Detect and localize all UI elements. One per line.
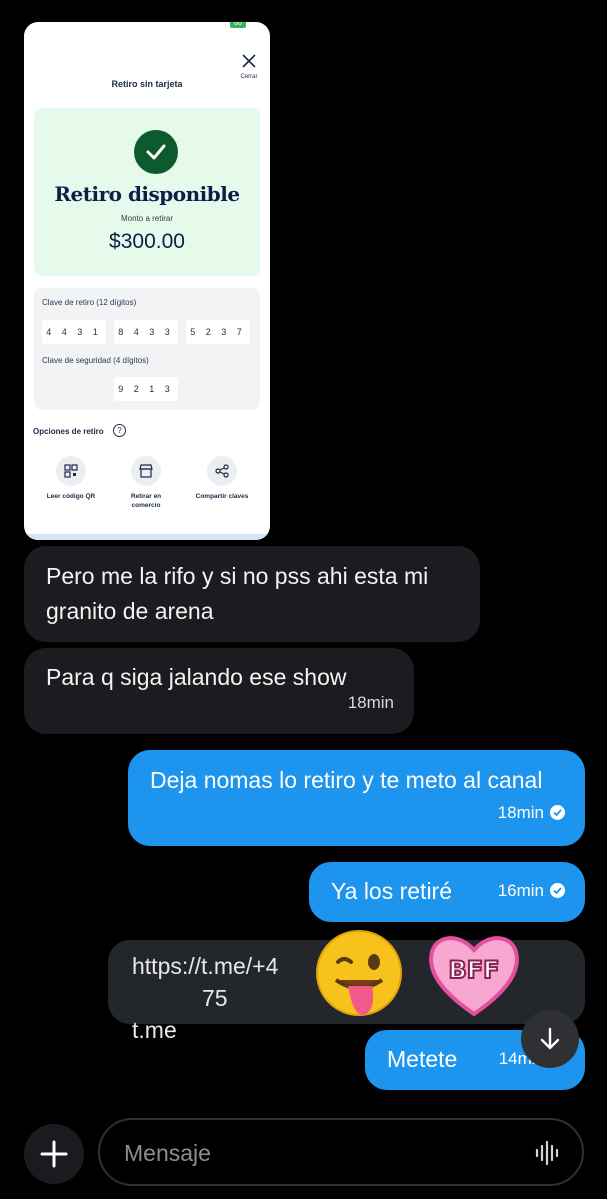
amount-value: $300.00: [109, 230, 185, 253]
withdrawal-key-label: Clave de retiro (12 dígitos): [42, 298, 137, 307]
message-text: Deja nomas lo retiro y te meto al canal: [150, 767, 543, 793]
keys-panel: Clave de retiro (12 dígitos) 4 4 3 1 8 4…: [34, 288, 260, 410]
read-check-icon: [550, 805, 565, 821]
option-label: Leer código QR: [46, 493, 96, 500]
message-time: 18min: [497, 803, 544, 822]
help-icon: ?: [113, 424, 126, 437]
message-text: Pero me la rifo y si no pss ahi esta mi …: [46, 563, 429, 624]
message-time: 18min: [347, 693, 394, 712]
shared-screenshot-image[interactable]: 86 Retiro sin tarjeta Cerrar Retiro disp…: [24, 22, 270, 540]
message-text: Metete: [387, 1046, 458, 1072]
message-outgoing[interactable]: Deja nomas lo retiro y te meto al canal …: [128, 750, 585, 846]
withdrawal-status-panel: Retiro disponible Monto a retirar $300.0…: [34, 108, 260, 276]
svg-text:BFF: BFF: [448, 956, 499, 984]
plus-icon: [40, 1140, 68, 1168]
read-check-icon: [550, 883, 565, 899]
option-withdraw-store: Retirar en comercio: [116, 456, 176, 510]
attach-button[interactable]: [24, 1124, 84, 1184]
checkmark-icon: [134, 130, 178, 174]
option-read-qr: Leer código QR: [41, 456, 101, 501]
scroll-to-bottom-button[interactable]: [521, 1010, 579, 1068]
close-icon: [242, 54, 256, 68]
message-incoming[interactable]: Pero me la rifo y si no pss ahi esta mi …: [24, 546, 480, 642]
qr-icon: [56, 456, 86, 486]
message-composer[interactable]: [98, 1118, 584, 1186]
security-code: 9 2 1 3: [114, 377, 178, 401]
message-incoming[interactable]: Para q siga jalando ese show 18min: [24, 648, 414, 734]
message-input[interactable]: [122, 1134, 506, 1172]
message-outgoing[interactable]: Ya los retiré 16min: [309, 862, 585, 922]
link-text: https://t.me/+4: [132, 953, 279, 979]
battery-indicator: 86: [230, 22, 246, 28]
share-icon: [207, 456, 237, 486]
option-share-keys: Compartir claves: [192, 456, 252, 501]
link-text-fragment: 75: [202, 985, 228, 1011]
message-text: Ya los retiré: [331, 878, 453, 904]
voice-message-icon[interactable]: [534, 1140, 560, 1166]
screen-title: Retiro sin tarjeta: [111, 79, 183, 89]
option-label: Retirar en comercio: [130, 493, 162, 509]
option-label: Compartir claves: [195, 493, 249, 500]
message-meta: 18min: [498, 795, 565, 830]
withdrawal-code-2: 8 4 3 3: [114, 320, 178, 344]
store-icon: [131, 456, 161, 486]
message-time: 16min: [497, 881, 544, 900]
amount-label: Monto a retirar: [120, 214, 174, 223]
security-key-label: Clave de seguridad (4 dígitos): [42, 356, 149, 365]
options-title: Opciones de retiro: [33, 427, 104, 436]
close-label: Cerrar: [240, 74, 258, 80]
withdrawal-code-1: 4 4 3 1: [42, 320, 106, 344]
winking-tongue-emoji: [316, 930, 402, 1016]
status-title: Retiro disponible: [54, 182, 240, 206]
screenshot-bottom-strip: [24, 534, 270, 540]
message-text: Para q siga jalando ese show: [46, 664, 347, 690]
arrow-down-icon: [540, 1027, 560, 1050]
message-meta: 16min: [498, 873, 565, 908]
withdrawal-code-3: 5 2 3 7: [186, 320, 250, 344]
bff-heart-sticker: BFF: [429, 936, 519, 1017]
